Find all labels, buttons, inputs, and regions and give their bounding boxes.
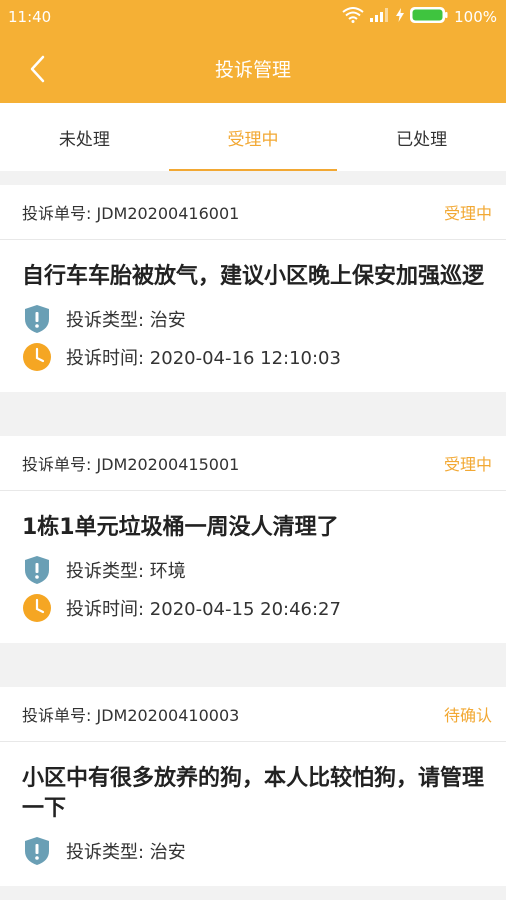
card-body: 小区中有很多放养的狗，本人比较怕狗，请管理一下 投诉类型: 治安 [0, 742, 506, 886]
status-badge: 待确认 [443, 706, 492, 725]
card-body: 自行车车胎被放气，建议小区晚上保安加强巡逻 投诉类型: 治安 投诉时间: 202… [0, 240, 506, 392]
status-badge: 受理中 [443, 455, 492, 474]
complaint-card[interactable]: 投诉单号: JDM20200415001 受理中 1栋1单元垃圾桶一周没人清理了… [0, 436, 506, 643]
card-body: 1栋1单元垃圾桶一周没人清理了 投诉类型: 环境 投诉时间: 2020-04-1… [0, 491, 506, 643]
top-bar: 11:40 100% 投诉管理 [0, 0, 506, 103]
clock-icon [22, 342, 52, 372]
battery-percent: 100% [454, 8, 497, 26]
card-header: 投诉单号: JDM20200415001 受理中 [0, 436, 506, 491]
complaint-type: 投诉类型: 环境 [66, 561, 186, 582]
complaint-title: 小区中有很多放养的狗，本人比较怕狗，请管理一下 [22, 766, 485, 821]
status-icons: 100% [342, 7, 497, 27]
back-button[interactable] [22, 49, 52, 89]
complaint-type: 投诉类型: 治安 [66, 310, 186, 331]
complaint-type-row: 投诉类型: 治安 [22, 832, 484, 870]
order-number: 投诉单号: JDM20200415001 [22, 455, 240, 474]
tab-unprocessed[interactable]: 未处理 [0, 103, 169, 171]
tab-bar: 未处理 受理中 已处理 [0, 103, 506, 171]
complaint-type-row: 投诉类型: 治安 [22, 300, 484, 338]
page-title: 投诉管理 [214, 59, 291, 81]
signal-icon [370, 8, 390, 26]
card-header: 投诉单号: JDM20200410003 待确认 [0, 687, 506, 742]
wifi-icon [342, 7, 364, 27]
status-time: 11:40 [8, 8, 52, 26]
battery-icon [410, 7, 448, 27]
complaint-card[interactable]: 投诉单号: JDM20200410003 待确认 小区中有很多放养的狗，本人比较… [0, 687, 506, 886]
complaint-type: 投诉类型: 治安 [66, 842, 186, 863]
complaint-list: 投诉单号: JDM20200416001 受理中 自行车车胎被放气，建议小区晚上… [0, 185, 506, 900]
status-badge: 受理中 [443, 204, 492, 223]
status-bar: 11:40 100% [0, 0, 506, 34]
shield-icon [22, 304, 52, 334]
chevron-left-icon [30, 55, 45, 82]
shield-icon [22, 555, 52, 585]
complaint-title: 1栋1单元垃圾桶一周没人清理了 [22, 515, 339, 540]
nav-bar: 投诉管理 [0, 34, 506, 103]
complaint-time: 投诉时间: 2020-04-16 12:10:03 [66, 348, 341, 369]
complaint-title: 自行车车胎被放气，建议小区晚上保安加强巡逻 [22, 264, 485, 289]
complaint-time-row: 投诉时间: 2020-04-15 20:46:27 [22, 589, 484, 627]
charging-icon [396, 8, 405, 26]
complaint-type-row: 投诉类型: 环境 [22, 551, 484, 589]
complaint-time-row: 投诉时间: 2020-04-16 12:10:03 [22, 338, 484, 376]
order-number: 投诉单号: JDM20200416001 [22, 204, 240, 223]
tab-processed[interactable]: 已处理 [337, 103, 506, 171]
complaint-card[interactable]: 投诉单号: JDM20200416001 受理中 自行车车胎被放气，建议小区晚上… [0, 185, 506, 392]
card-header: 投诉单号: JDM20200416001 受理中 [0, 185, 506, 240]
shield-icon [22, 836, 52, 866]
tab-processing[interactable]: 受理中 [168, 103, 338, 171]
order-number: 投诉单号: JDM20200410003 [22, 706, 240, 725]
complaint-time: 投诉时间: 2020-04-15 20:46:27 [66, 599, 341, 620]
clock-icon [22, 593, 52, 623]
